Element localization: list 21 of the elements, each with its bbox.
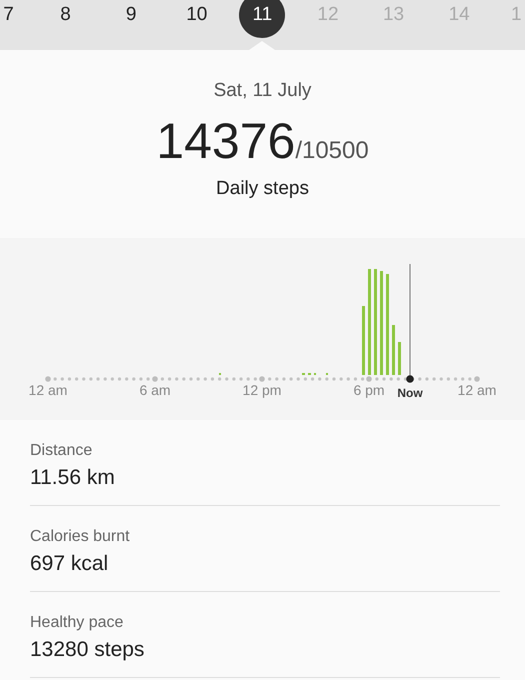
now-label: Now <box>397 386 423 400</box>
stat-value: 11.56 km <box>30 466 116 490</box>
day-button[interactable]: 10 <box>174 0 220 38</box>
axis-label: 12 am <box>458 382 496 398</box>
axis-label: 12 am <box>28 382 68 398</box>
axis-label: 12 pm <box>242 382 282 398</box>
step-count: 14376 <box>156 112 296 170</box>
stat-value: 13280 steps <box>30 638 146 662</box>
step-goal: /10500 <box>295 137 369 165</box>
axis-label: 6 am <box>139 382 171 398</box>
day-button[interactable]: 7 <box>3 0 14 38</box>
stat-label: Distance <box>30 442 94 460</box>
stat-value: 697 kcal <box>30 552 110 576</box>
day-button[interactable]: 11 <box>239 0 286 38</box>
date-title: Sat, 11 July <box>214 80 312 102</box>
stat-label: Healthy pace <box>30 614 124 632</box>
day-button[interactable]: 9 <box>108 0 154 38</box>
day-button[interactable]: 8 <box>42 0 89 38</box>
stat-label: Calories burnt <box>30 528 131 546</box>
daily-steps-caption: Daily steps <box>216 178 309 200</box>
axis-label: 6 pm <box>353 382 385 398</box>
